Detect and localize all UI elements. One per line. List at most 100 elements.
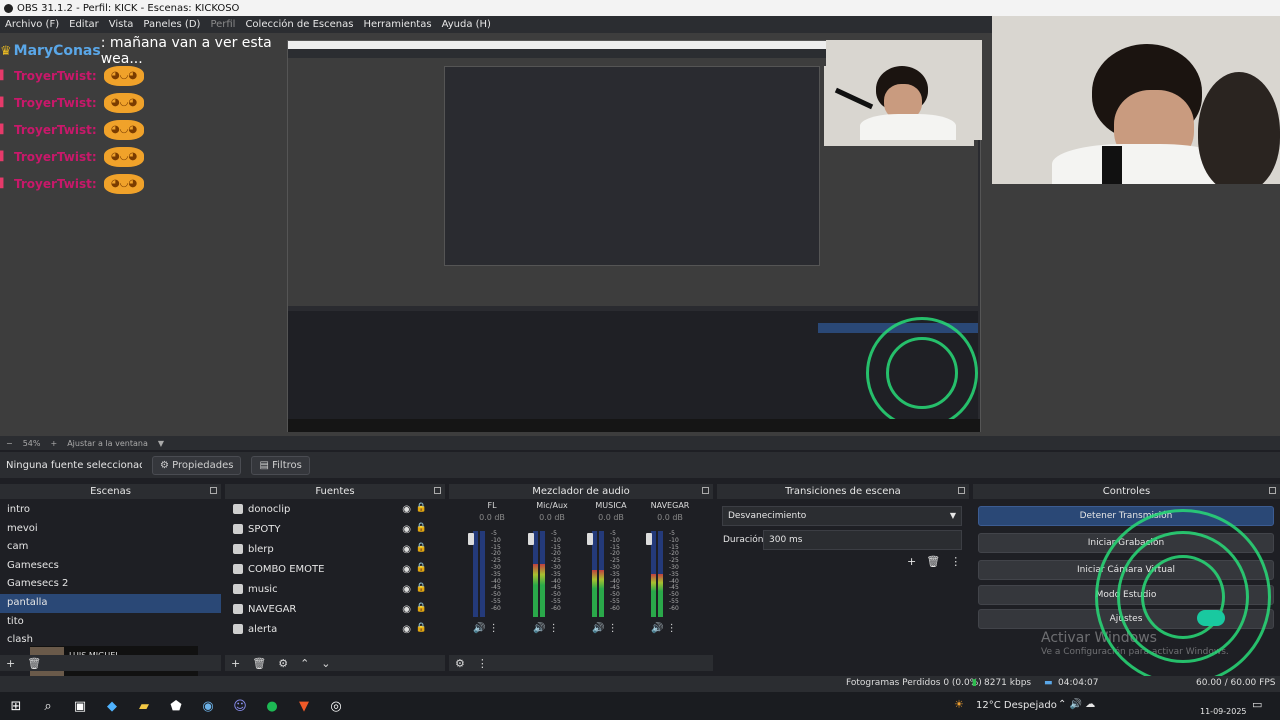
add-icon[interactable]: + xyxy=(907,555,916,568)
chevron-down-icon[interactable]: ▼ xyxy=(158,439,164,448)
task-view-icon[interactable]: ▣ xyxy=(64,692,96,720)
lock-icon[interactable]: 🔒 xyxy=(416,503,427,513)
lock-icon[interactable]: 🔒 xyxy=(416,543,427,553)
filters-button[interactable]: ▤ Filtros xyxy=(251,455,310,475)
eye-icon[interactable]: ◉ xyxy=(402,564,411,575)
undock-icon[interactable] xyxy=(210,487,217,494)
add-scene-icon[interactable]: + xyxy=(6,657,15,670)
windows-start-icon[interactable]: ⊞ xyxy=(0,692,32,720)
gear-icon[interactable]: ⚙ xyxy=(455,657,465,670)
volume-fader[interactable] xyxy=(587,533,593,545)
menu-ayuda[interactable]: Ayuda (H) xyxy=(437,19,496,30)
more-icon[interactable]: ⋮ xyxy=(667,623,677,634)
eye-icon[interactable]: ◉ xyxy=(402,604,411,615)
steam-icon[interactable]: ◉ xyxy=(192,692,224,720)
eye-icon[interactable]: ◉ xyxy=(402,584,411,595)
obs-icon[interactable]: ◎ xyxy=(320,692,352,720)
eye-icon[interactable]: ◉ xyxy=(402,524,411,535)
lock-icon[interactable]: 🔒 xyxy=(416,563,427,573)
more-icon[interactable]: ⋮ xyxy=(489,623,499,634)
controls-title: Controles xyxy=(1102,486,1151,497)
properties-button[interactable]: ⚙ Propiedades xyxy=(152,455,242,475)
bitrate: 8271 kbps xyxy=(984,678,1032,688)
scene-item[interactable]: cam xyxy=(0,538,221,557)
source-item[interactable]: NAVEGAR ◉ 🔒 xyxy=(225,599,445,619)
notifications-icon[interactable]: ▭ xyxy=(1252,698,1262,711)
speaker-icon[interactable]: 🔊 xyxy=(533,623,545,634)
lock-icon[interactable]: 🔒 xyxy=(416,603,427,613)
add-source-icon[interactable]: + xyxy=(231,657,240,670)
search-icon[interactable]: ⌕ xyxy=(32,692,64,720)
remove-source-icon[interactable]: 🗑 xyxy=(252,657,266,670)
scene-item-selected[interactable]: pantalla xyxy=(0,593,221,613)
more-icon[interactable]: ⋮ xyxy=(549,623,559,634)
volume-meter xyxy=(592,531,608,617)
scene-item[interactable]: Gamesecs xyxy=(0,557,221,576)
menu-coleccion[interactable]: Colección de Escenas xyxy=(240,19,358,30)
undock-icon[interactable] xyxy=(702,487,709,494)
gear-icon[interactable]: ⚙ xyxy=(278,657,288,670)
tray-icons[interactable]: ⌃ 🔊 ☁ xyxy=(1058,699,1095,710)
remove-scene-icon[interactable]: 🗑 xyxy=(27,657,41,670)
more-icon[interactable]: ⋮ xyxy=(608,623,618,634)
file-explorer-icon[interactable]: ▰ xyxy=(128,692,160,720)
undock-icon[interactable] xyxy=(434,487,441,494)
scene-item[interactable]: Gamesecs 2 xyxy=(0,575,221,594)
source-label: alerta xyxy=(248,623,278,635)
source-item[interactable]: alerta ◉ 🔒 xyxy=(225,619,445,639)
eye-icon[interactable]: ◉ xyxy=(402,504,411,515)
speaker-icon[interactable]: 🔊 xyxy=(592,623,604,634)
speaker-icon[interactable]: 🔊 xyxy=(651,623,663,634)
badge-icon: ▌ xyxy=(0,124,7,135)
source-item[interactable]: SPOTY ◉ 🔒 xyxy=(225,519,445,539)
trash-icon[interactable]: 🗑 xyxy=(926,555,940,568)
source-label: SPOTY xyxy=(248,523,281,535)
menu-paneles[interactable]: Paneles (D) xyxy=(138,19,205,30)
lock-icon[interactable]: 🔒 xyxy=(416,583,427,593)
channel-db: 0.0 dB xyxy=(479,513,505,522)
scene-item[interactable]: mevoi xyxy=(0,520,221,539)
discord-icon[interactable]: ☺ xyxy=(224,692,256,720)
channel-controls: 🔊 ⋮ xyxy=(651,623,677,634)
channel-name: MUSICA xyxy=(595,501,627,510)
source-item[interactable]: music ◉ 🔒 xyxy=(225,579,445,599)
more-icon[interactable]: ⋮ xyxy=(477,657,488,670)
zoom-in-icon[interactable]: + xyxy=(50,439,57,448)
spotify-icon[interactable]: ● xyxy=(256,692,288,720)
copilot-icon[interactable]: ◆ xyxy=(96,692,128,720)
transition-select[interactable]: Desvanecimiento ▼ xyxy=(722,506,962,526)
meter-scale: -5 -10 -15 -20 -25 -30 -35 -40 -45 -50 -55 -60 xyxy=(491,530,501,613)
duration-input[interactable]: 300 ms xyxy=(763,530,962,550)
more-icon[interactable]: ⋮ xyxy=(950,555,961,568)
scene-item[interactable]: intro xyxy=(0,501,221,520)
filter-icon: ▤ xyxy=(259,459,273,471)
epic-games-icon[interactable]: ⬟ xyxy=(160,692,192,720)
volume-meter xyxy=(473,531,489,617)
move-down-icon[interactable]: ⌄ xyxy=(321,657,330,670)
menu-editar[interactable]: Editar xyxy=(64,19,104,30)
eye-icon[interactable]: ◉ xyxy=(402,624,411,635)
source-item[interactable]: blerp ◉ 🔒 xyxy=(225,539,445,559)
properties-label: Propiedades xyxy=(172,459,234,471)
speaker-icon[interactable]: 🔊 xyxy=(473,623,485,634)
source-item[interactable]: donoclip ◉ 🔒 xyxy=(225,499,445,519)
chat-message: ▌ TroyerTwist: ◕◡◕ xyxy=(0,170,280,197)
volume-fader[interactable] xyxy=(646,533,652,545)
menu-herramientas[interactable]: Herramientas xyxy=(358,19,436,30)
eye-icon[interactable]: ◉ xyxy=(402,544,411,555)
zoom-out-icon[interactable]: − xyxy=(6,439,13,448)
zoom-fit[interactable]: Ajustar a la ventana xyxy=(67,439,148,448)
menu-vista[interactable]: Vista xyxy=(104,19,139,30)
move-up-icon[interactable]: ⌃ xyxy=(300,657,309,670)
source-item[interactable]: COMBO EMOTE ◉ 🔒 xyxy=(225,559,445,579)
scene-item[interactable]: tito xyxy=(0,613,221,632)
brave-icon[interactable]: ▼ xyxy=(288,692,320,720)
volume-fader[interactable] xyxy=(528,533,534,545)
undock-icon[interactable] xyxy=(958,487,965,494)
undock-icon[interactable] xyxy=(1269,487,1276,494)
lock-icon[interactable]: 🔒 xyxy=(416,623,427,633)
menu-archivo[interactable]: Archivo (F) xyxy=(0,19,64,30)
channel-db: 0.0 dB xyxy=(539,513,565,522)
volume-fader[interactable] xyxy=(468,533,474,545)
lock-icon[interactable]: 🔒 xyxy=(416,523,427,533)
